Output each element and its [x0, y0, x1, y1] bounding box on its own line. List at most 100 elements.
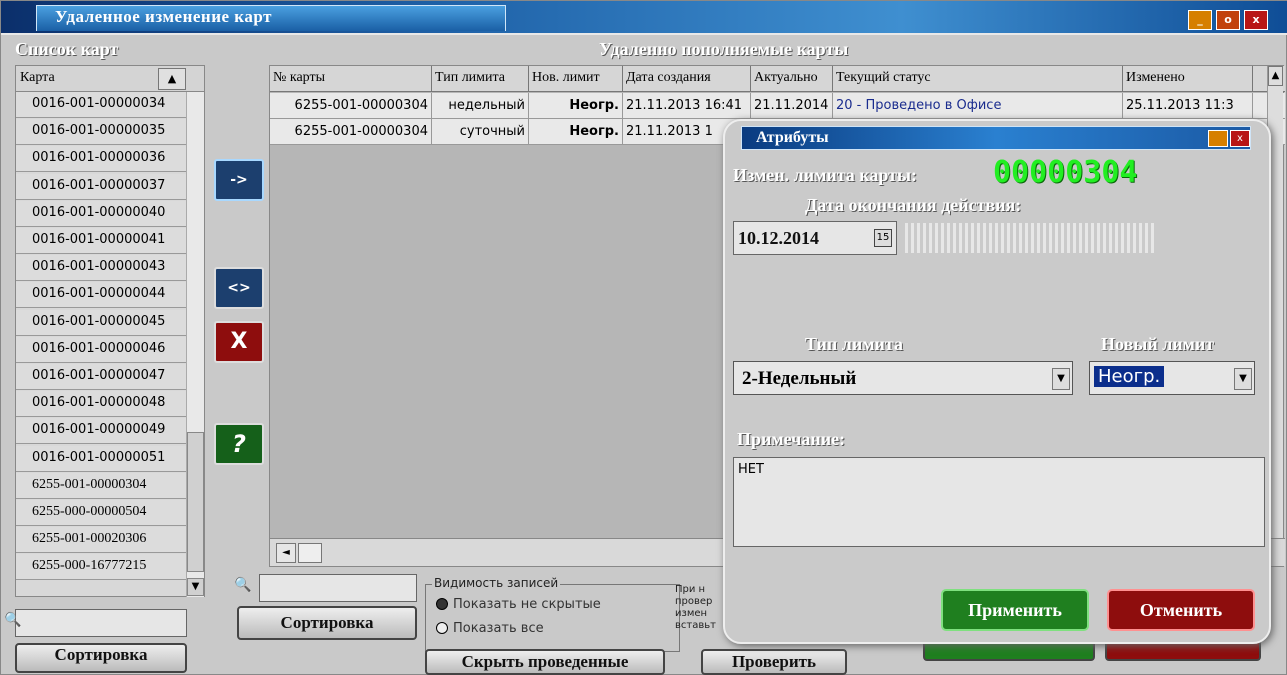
table-cell: 25.11.2013 11:3 — [1123, 93, 1253, 119]
help-button[interactable]: ? — [214, 423, 264, 465]
hide-done-button[interactable]: Скрыть проведенные — [425, 649, 665, 675]
hint-line: При н — [675, 584, 706, 595]
card-list-item[interactable]: 0016-001-00000036 — [16, 146, 188, 173]
hscroll-thumb[interactable] — [298, 543, 322, 563]
remote-cards-heading: Удаленно пополняемые карты — [599, 39, 849, 59]
card-list-item[interactable]: 6255-001-00000304 — [16, 472, 188, 499]
hint-line: провер — [675, 596, 713, 607]
column-header[interactable]: Нов. лимит — [529, 66, 623, 92]
column-header[interactable]: № карты — [270, 66, 432, 92]
card-list-item[interactable]: 0016-001-00000034 — [16, 92, 188, 118]
card-list-scroll-thumb[interactable] — [187, 432, 204, 572]
table-cell: 20 - Проведено в Офисе — [833, 93, 1123, 119]
new-limit-label: Новый лимит — [1101, 334, 1215, 354]
check-button[interactable]: Проверить — [701, 649, 847, 675]
title-bar[interactable]: Удаленное изменение карт _ o x — [1, 1, 1287, 35]
dialog-close-button[interactable]: x — [1230, 130, 1250, 147]
note-label: Примечание: — [737, 429, 846, 449]
column-header[interactable]: Актуально — [751, 66, 833, 92]
radio-empty-icon — [436, 622, 448, 634]
add-card-button[interactable]: -> — [214, 159, 264, 201]
radio-not-hidden-label: Показать не скрытые — [453, 597, 601, 612]
table-cell: 21.11.2014 — [751, 93, 833, 119]
card-list-item[interactable]: 0016-001-00000049 — [16, 418, 188, 445]
card-list-item[interactable]: 0016-001-00000048 — [16, 391, 188, 418]
chevron-down-icon-2[interactable]: ▼ — [1234, 368, 1252, 390]
card-list-item[interactable]: 0016-001-00000046 — [16, 336, 188, 363]
sort-asc-icon-table[interactable]: ▲ — [1268, 66, 1283, 86]
radio-all-label: Показать все — [453, 621, 544, 636]
card-list-item[interactable]: 6255-000-16777215 — [16, 554, 188, 581]
radio-not-hidden[interactable]: Показать не скрытые — [436, 597, 601, 612]
new-limit-select[interactable]: Неогр. ▼ — [1089, 361, 1255, 395]
column-header[interactable]: Дата создания — [623, 66, 751, 92]
table-cell: 21.11.2013 16:41 — [623, 93, 751, 119]
attributes-dialog: Атрибуты x Измен. лимита карты: 00000304… — [723, 119, 1271, 644]
end-date-value: 10.12.2014 — [738, 228, 819, 248]
card-list-item[interactable]: 0016-001-00000045 — [16, 309, 188, 336]
garbled-text — [905, 223, 1155, 253]
limit-type-label: Тип лимита — [805, 334, 903, 354]
column-header[interactable]: Изменено — [1123, 66, 1253, 92]
table-sort-button[interactable]: Сортировка — [237, 606, 417, 640]
card-list-item[interactable]: 0016-001-00000041 — [16, 228, 188, 254]
card-list-item[interactable]: 0016-001-00000043 — [16, 255, 188, 282]
column-header[interactable]: Текущий статус — [833, 66, 1123, 92]
table-header: № карты Тип лимита Нов. лимит Дата создания… — [270, 66, 1285, 92]
window-title: Удаленное изменение карт — [55, 7, 272, 26]
column-header[interactable]: Тип лимита — [432, 66, 529, 92]
table-cell: недельный — [432, 93, 529, 119]
card-list-item[interactable]: 0016-001-00000040 — [16, 200, 188, 227]
scroll-left-icon[interactable]: ◄ — [276, 543, 296, 563]
delete-button[interactable]: X — [214, 321, 264, 363]
dialog-title: Атрибуты — [756, 129, 829, 146]
dialog-titlebar[interactable]: Атрибуты x — [741, 126, 1251, 150]
card-list-header[interactable]: Карта ▲ — [16, 66, 204, 92]
card-list-heading: Список карт — [15, 39, 119, 59]
hint-line: измен — [675, 608, 708, 619]
table-cell: 6255-001-00000304 — [270, 119, 432, 145]
apply-button[interactable]: Применить — [941, 589, 1089, 631]
card-list-item[interactable]: 0016-001-00000044 — [16, 282, 188, 309]
table-cell: Неогр. — [529, 93, 623, 119]
card-limit-label: Измен. лимита карты: — [733, 165, 918, 185]
cancel-button[interactable]: Отменить — [1107, 589, 1255, 631]
binoculars-icon-2: 🔍 — [234, 577, 252, 593]
table-cell: суточный — [432, 119, 529, 145]
card-list-item[interactable]: 0016-001-00000051 — [16, 445, 188, 472]
card-list-item[interactable]: 0016-001-00000047 — [16, 364, 188, 390]
close-button[interactable]: x — [1244, 10, 1268, 30]
card-list-scrollbar[interactable]: ▼ — [186, 92, 204, 597]
sort-asc-icon[interactable]: ▲ — [158, 68, 186, 90]
table-search-input[interactable]: 🔍 — [234, 574, 417, 602]
card-list: Карта ▲ 0016-001-00000034 0016-001-000000… — [15, 65, 205, 597]
calendar-icon[interactable]: 15 — [874, 229, 892, 247]
minimize-button[interactable]: _ — [1188, 10, 1212, 30]
left-sort-button[interactable]: Сортировка — [15, 643, 187, 673]
limit-type-value: 2-Недельный — [742, 368, 857, 389]
card-list-item[interactable]: 6255-001-00020306 — [16, 527, 188, 554]
dialog-minimize-button[interactable] — [1208, 130, 1228, 147]
note-textarea[interactable]: НЕТ — [733, 457, 1265, 547]
note-value: НЕТ — [738, 462, 764, 477]
chevron-down-icon[interactable]: ▼ — [1052, 368, 1070, 390]
card-search-input[interactable]: 🔍 — [4, 609, 187, 637]
visibility-legend: Видимость записей — [432, 576, 561, 590]
table-cell: Неогр. — [529, 119, 623, 145]
binoculars-icon: 🔍 — [4, 612, 22, 628]
maximize-button[interactable]: o — [1216, 10, 1240, 30]
swap-button[interactable]: <> — [214, 267, 264, 309]
end-date-input[interactable]: 10.12.2014 15 — [733, 221, 897, 255]
card-number-display: 00000304 — [993, 155, 1138, 190]
new-limit-value: Неогр. — [1094, 366, 1165, 387]
hint-line: вставьт — [675, 620, 716, 631]
scroll-down-icon[interactable]: ▼ — [187, 578, 204, 596]
radio-all[interactable]: Показать все — [436, 621, 544, 636]
card-list-item[interactable]: 0016-001-00000037 — [16, 173, 188, 200]
limit-type-select[interactable]: 2-Недельный ▼ — [733, 361, 1073, 395]
radio-selected-icon — [436, 598, 448, 610]
card-list-item[interactable]: 0016-001-00000035 — [16, 119, 188, 146]
table-row[interactable]: 6255-001-00000304 недельный Неогр. 21.11.20… — [270, 93, 1285, 119]
card-list-item[interactable]: 6255-000-00000504 — [16, 500, 188, 526]
main-window: Удаленное изменение карт _ o x Список ка… — [0, 0, 1287, 675]
